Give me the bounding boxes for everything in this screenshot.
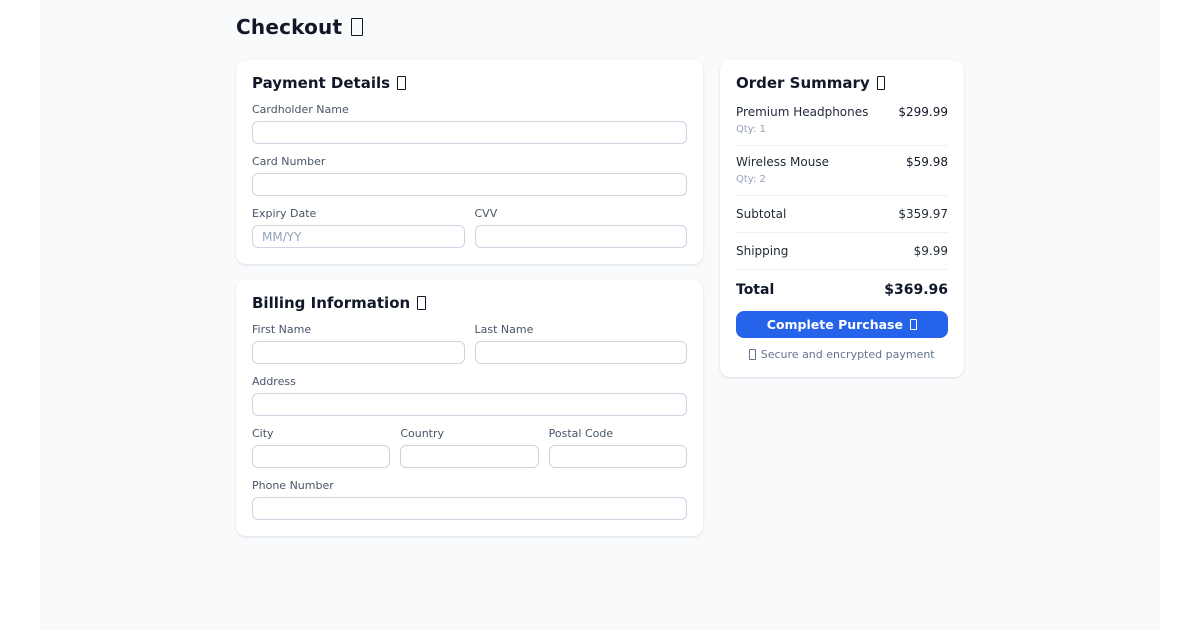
order-item-name: Wireless Mouse <box>736 155 829 169</box>
card-number-label: Card Number <box>252 155 326 168</box>
page-background: Checkout Payment Details Cardholder Name <box>40 0 1160 630</box>
address-input[interactable] <box>252 393 687 416</box>
expiry-date-label: Expiry Date <box>252 207 317 220</box>
secure-note-text: Secure and encrypted payment <box>760 348 935 361</box>
first-name-field: First Name <box>252 323 465 364</box>
payment-details-heading: Payment Details <box>252 74 687 92</box>
card-number-field: Card Number <box>252 155 687 196</box>
first-name-label: First Name <box>252 323 312 336</box>
rocket-emoji-missing-glyph-icon <box>909 318 918 331</box>
subtotal-value: $359.97 <box>898 207 948 221</box>
cart-emoji-missing-glyph-icon <box>351 17 363 37</box>
lock-emoji-missing-glyph-icon <box>749 349 756 360</box>
country-field: Country <box>400 427 539 468</box>
city-label: City <box>252 427 274 440</box>
last-name-field: Last Name <box>474 323 687 364</box>
columns: Payment Details Cardholder Name Card Num… <box>236 60 964 536</box>
address-label: Address <box>252 375 296 388</box>
complete-purchase-button[interactable]: Complete Purchase <box>736 311 948 338</box>
phone-number-input[interactable] <box>252 497 687 520</box>
order-item-row: Wireless Mouse $59.98 <box>736 155 948 169</box>
payment-details-heading-text: Payment Details <box>252 74 391 92</box>
package-emoji-missing-glyph-icon <box>876 76 886 90</box>
card-emoji-missing-glyph-icon <box>397 76 406 90</box>
phone-number-label: Phone Number <box>252 479 334 492</box>
left-column: Payment Details Cardholder Name Card Num… <box>236 60 703 536</box>
right-column: Order Summary Premium Headphones $299.99… <box>720 60 964 377</box>
checkout-page: Checkout Payment Details Cardholder Name <box>0 0 1200 630</box>
city-field: City <box>252 427 391 468</box>
country-label: Country <box>400 427 445 440</box>
postal-code-field: Postal Code <box>548 427 687 468</box>
phone-number-field: Phone Number <box>252 479 687 520</box>
order-item-row: Premium Headphones $299.99 <box>736 105 948 119</box>
billing-information-heading-text: Billing Information <box>252 294 411 312</box>
card-number-input[interactable] <box>252 173 687 196</box>
expiry-date-input[interactable] <box>252 225 465 248</box>
order-item: Wireless Mouse $59.98 Qty: 2 <box>736 146 948 196</box>
city-input[interactable] <box>252 445 391 468</box>
last-name-label: Last Name <box>474 323 534 336</box>
order-item: Premium Headphones $299.99 Qty: 1 <box>736 103 948 146</box>
cvv-label: CVV <box>474 207 498 220</box>
postal-code-input[interactable] <box>548 445 687 468</box>
subtotal-row: Subtotal $359.97 <box>736 196 948 233</box>
order-item-name: Premium Headphones <box>736 105 869 119</box>
shipping-value: $9.99 <box>913 244 948 258</box>
complete-purchase-label: Complete Purchase <box>766 317 903 332</box>
page-title: Checkout <box>236 15 964 39</box>
cardholder-name-input[interactable] <box>252 121 687 144</box>
clipboard-emoji-missing-glyph-icon <box>417 296 426 310</box>
order-item-qty: Qty: 1 <box>736 124 766 135</box>
address-field: Address <box>252 375 687 416</box>
order-item-price: $59.98 <box>906 155 948 169</box>
total-value: $369.96 <box>884 282 948 298</box>
order-item-qty: Qty: 2 <box>736 174 766 185</box>
cardholder-name-field: Cardholder Name <box>252 103 687 144</box>
expiry-cvv-row: Expiry Date CVV <box>252 207 687 248</box>
total-label: Total <box>736 282 775 298</box>
order-summary-heading-text: Order Summary <box>736 74 870 92</box>
postal-code-label: Postal Code <box>548 427 614 440</box>
cvv-input[interactable] <box>474 225 687 248</box>
cvv-field: CVV <box>474 207 687 248</box>
last-name-input[interactable] <box>474 341 687 364</box>
order-summary-heading: Order Summary <box>736 74 948 92</box>
order-item-price: $299.99 <box>898 105 948 119</box>
secure-note: Secure and encrypted payment <box>736 348 948 361</box>
shipping-label: Shipping <box>736 244 789 258</box>
name-row: First Name Last Name <box>252 323 687 364</box>
shipping-row: Shipping $9.99 <box>736 233 948 270</box>
billing-information-card: Billing Information First Name Last Name <box>236 280 703 536</box>
total-row: Total $369.96 <box>736 270 948 309</box>
billing-information-heading: Billing Information <box>252 294 687 312</box>
content-wrapper: Checkout Payment Details Cardholder Name <box>236 0 964 536</box>
first-name-input[interactable] <box>252 341 465 364</box>
order-summary-card: Order Summary Premium Headphones $299.99… <box>720 60 964 377</box>
expiry-date-field: Expiry Date <box>252 207 465 248</box>
page-title-text: Checkout <box>236 15 343 39</box>
payment-details-card: Payment Details Cardholder Name Card Num… <box>236 60 703 264</box>
city-country-postal-row: City Country Postal Code <box>252 427 687 468</box>
cardholder-name-label: Cardholder Name <box>252 103 349 116</box>
subtotal-label: Subtotal <box>736 207 787 221</box>
country-input[interactable] <box>400 445 539 468</box>
